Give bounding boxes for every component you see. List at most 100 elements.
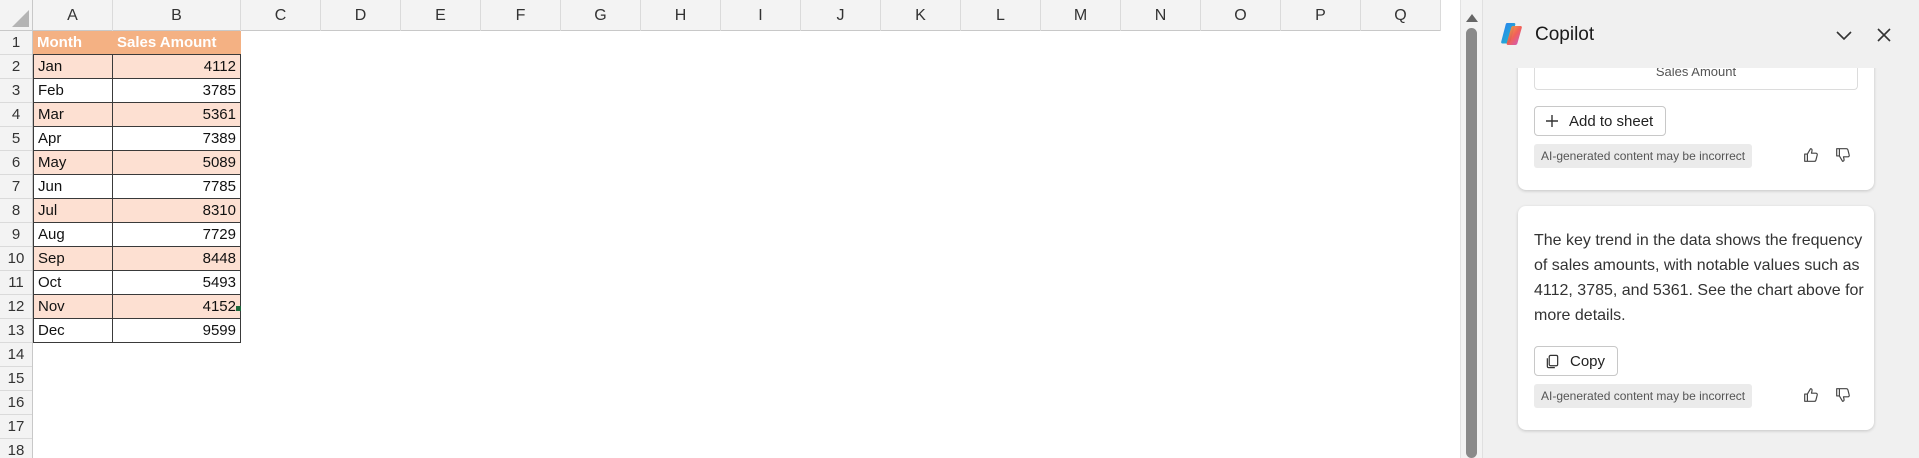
row-header[interactable]: 12 — [0, 295, 32, 319]
thumbs-up-icon[interactable] — [1802, 386, 1822, 406]
month-cell[interactable]: Mar — [33, 103, 113, 127]
thumbs-down-icon[interactable] — [1834, 146, 1854, 166]
scroll-up-arrow-icon[interactable] — [1466, 14, 1478, 22]
column-header-b[interactable]: B — [113, 0, 241, 31]
thumbs-down-icon[interactable] — [1834, 386, 1854, 406]
row-header[interactable]: 7 — [0, 175, 32, 199]
add-to-sheet-label: Add to sheet — [1569, 112, 1654, 130]
row-header[interactable]: 15 — [0, 367, 32, 391]
column-header-k[interactable]: K — [881, 0, 961, 31]
month-cell[interactable]: Nov — [33, 295, 113, 319]
sales-cell[interactable]: 4152 — [113, 295, 241, 319]
copilot-response-card-text: The key trend in the data shows the freq… — [1518, 206, 1874, 430]
table-row: Jan 4112 — [33, 55, 241, 79]
spreadsheet[interactable]: A B C D E F G H I J K L M N O P Q 1 2 3 … — [0, 0, 1460, 458]
row-header[interactable]: 2 — [0, 55, 32, 79]
vertical-scrollbar[interactable] — [1460, 0, 1482, 458]
row-header[interactable]: 8 — [0, 199, 32, 223]
table-row: May 5089 — [33, 151, 241, 175]
sales-cell[interactable]: 8448 — [113, 247, 241, 271]
column-headers: A B C D E F G H I J K L M N O P Q — [33, 0, 1441, 31]
column-header-j[interactable]: J — [801, 0, 881, 31]
row-header[interactable]: 5 — [0, 127, 32, 151]
table-row: Aug 7729 — [33, 223, 241, 247]
sales-cell[interactable]: 7389 — [113, 127, 241, 151]
copilot-logo-icon — [1498, 20, 1526, 48]
sales-cell[interactable]: 7729 — [113, 223, 241, 247]
column-header-p[interactable]: P — [1281, 0, 1361, 31]
month-cell[interactable]: May — [33, 151, 113, 175]
table-row: Apr 7389 — [33, 127, 241, 151]
row-header[interactable]: 1 — [0, 31, 32, 55]
table-row: Jun 7785 — [33, 175, 241, 199]
column-header-d[interactable]: D — [321, 0, 401, 31]
column-header-n[interactable]: N — [1121, 0, 1201, 31]
copilot-pane: Sales Amount Add to sheet AI-generated c… — [1482, 0, 1919, 458]
sales-cell[interactable]: 8310 — [113, 199, 241, 223]
sales-cell[interactable]: 5493 — [113, 271, 241, 295]
select-all-corner[interactable] — [0, 0, 33, 31]
column-header-e[interactable]: E — [401, 0, 481, 31]
table-row: Dec 9599 — [33, 319, 241, 343]
sales-cell[interactable]: 4112 — [113, 55, 241, 79]
column-header-c[interactable]: C — [241, 0, 321, 31]
column-header-m[interactable]: M — [1041, 0, 1121, 31]
month-cell[interactable]: Apr — [33, 127, 113, 151]
cell-a1-header-month[interactable]: Month — [33, 31, 113, 55]
month-cell[interactable]: Feb — [33, 79, 113, 103]
copy-label: Copy — [1570, 352, 1606, 370]
copilot-title: Copilot — [1535, 24, 1595, 45]
row-header[interactable]: 10 — [0, 247, 32, 271]
fill-handle[interactable] — [236, 306, 241, 311]
month-cell[interactable]: Jun — [33, 175, 113, 199]
close-icon[interactable] — [1873, 24, 1895, 46]
cell-grid[interactable]: Month Sales Amount Jan 4112 Feb 3785 Mar… — [33, 31, 241, 343]
thumbs-up-icon[interactable] — [1802, 146, 1822, 166]
column-header-g[interactable]: G — [561, 0, 641, 31]
table-row: Nov 4152 — [33, 295, 241, 319]
table-row: Sep 8448 — [33, 247, 241, 271]
row-header[interactable]: 6 — [0, 151, 32, 175]
row-header[interactable]: 13 — [0, 319, 32, 343]
column-header-h[interactable]: H — [641, 0, 721, 31]
row-header[interactable]: 16 — [0, 391, 32, 415]
sales-cell[interactable]: 7785 — [113, 175, 241, 199]
month-cell[interactable]: Dec — [33, 319, 113, 343]
table-row: Feb 3785 — [33, 79, 241, 103]
row-header[interactable]: 4 — [0, 103, 32, 127]
copilot-message: The key trend in the data shows the freq… — [1534, 232, 1864, 324]
row-header[interactable]: 11 — [0, 271, 32, 295]
month-cell[interactable]: Oct — [33, 271, 113, 295]
row-header[interactable]: 17 — [0, 415, 32, 439]
column-header-l[interactable]: L — [961, 0, 1041, 31]
column-header-o[interactable]: O — [1201, 0, 1281, 31]
row-header[interactable]: 18 — [0, 439, 32, 458]
scrollbar-thumb[interactable] — [1466, 28, 1477, 458]
month-cell[interactable]: Sep — [33, 247, 113, 271]
copilot-response-card-chart: Sales Amount Add to sheet AI-generated c… — [1518, 50, 1874, 190]
row-header[interactable]: 3 — [0, 79, 32, 103]
month-cell[interactable]: Jan — [33, 55, 113, 79]
copy-icon — [1545, 354, 1560, 369]
row-header[interactable]: 14 — [0, 343, 32, 367]
copilot-header: Copilot — [1483, 0, 1919, 68]
add-to-sheet-button[interactable]: Add to sheet — [1534, 106, 1667, 136]
column-header-i[interactable]: I — [721, 0, 801, 31]
sales-cell[interactable]: 9599 — [113, 319, 241, 343]
sales-cell[interactable]: 5089 — [113, 151, 241, 175]
row-headers: 1 2 3 4 5 6 7 8 9 10 11 12 13 14 15 16 1… — [0, 31, 33, 458]
month-cell[interactable]: Aug — [33, 223, 113, 247]
row-header[interactable]: 9 — [0, 223, 32, 247]
column-header-q[interactable]: Q — [1361, 0, 1441, 31]
cell-b1-header-sales[interactable]: Sales Amount — [113, 31, 241, 55]
column-header-f[interactable]: F — [481, 0, 561, 31]
copy-button[interactable]: Copy — [1534, 346, 1619, 376]
table-row: Jul 8310 — [33, 199, 241, 223]
sales-cell[interactable]: 3785 — [113, 79, 241, 103]
table-row: Mar 5361 — [33, 103, 241, 127]
month-cell[interactable]: Jul — [33, 199, 113, 223]
sales-cell[interactable]: 5361 — [113, 103, 241, 127]
chevron-down-icon[interactable] — [1833, 24, 1855, 46]
column-header-a[interactable]: A — [33, 0, 113, 31]
table-row: Oct 5493 — [33, 271, 241, 295]
